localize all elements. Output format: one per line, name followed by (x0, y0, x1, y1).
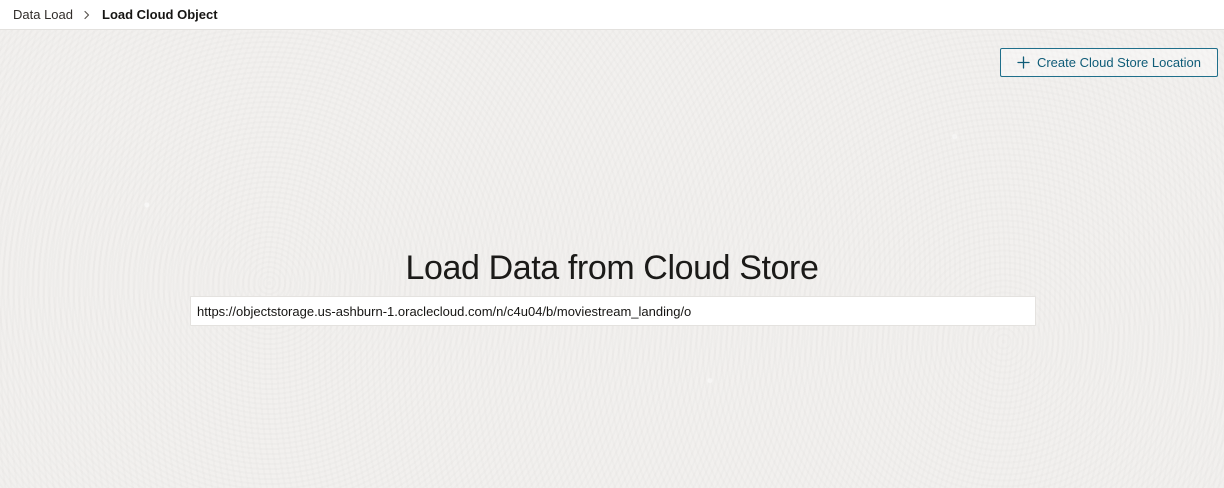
page-title: Load Data from Cloud Store (405, 248, 819, 287)
breadcrumb-current-page: Load Cloud Object (102, 7, 218, 22)
plus-icon (1017, 56, 1030, 69)
load-cloud-object-page: Data Load Load Cloud Object Create Cloud… (0, 0, 1224, 488)
breadcrumb-data-load-link[interactable]: Data Load (13, 7, 73, 22)
create-cloud-store-location-button[interactable]: Create Cloud Store Location (1000, 48, 1218, 77)
create-cloud-store-location-label: Create Cloud Store Location (1036, 55, 1202, 70)
breadcrumb: Data Load Load Cloud Object (13, 7, 218, 22)
top-bar: Data Load Load Cloud Object (0, 0, 1224, 30)
cloud-store-url-input[interactable] (190, 296, 1036, 326)
chevron-right-icon (81, 9, 93, 21)
